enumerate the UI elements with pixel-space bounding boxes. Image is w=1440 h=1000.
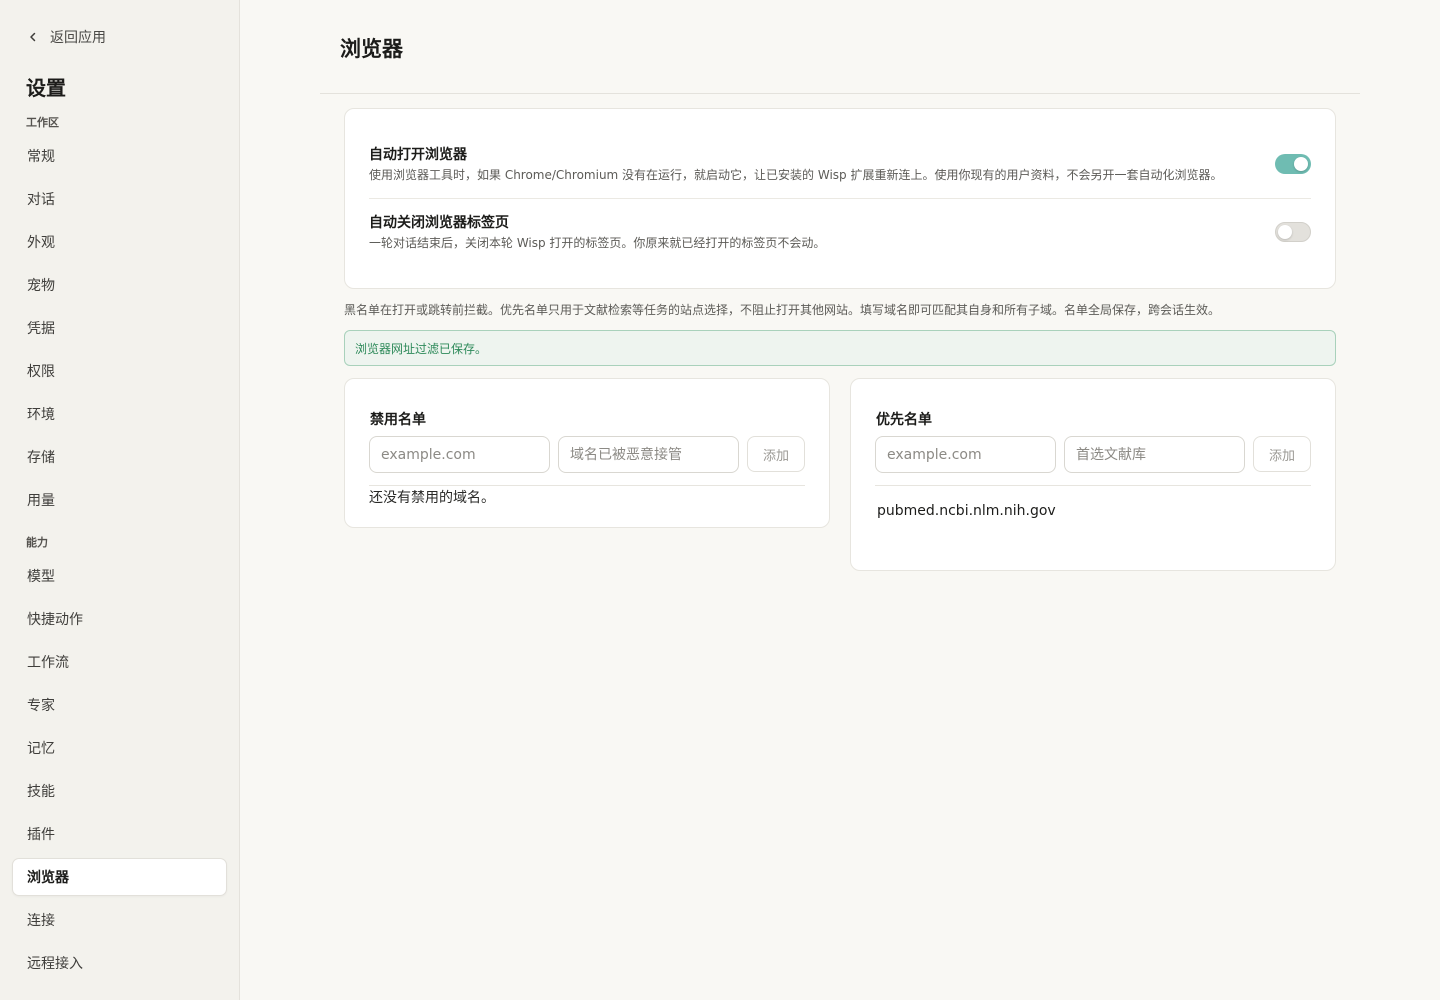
filter-note: 黑名单在打开或跳转前拦截。优先名单只用于文献检索等任务的站点选择，不阻止打开其他… bbox=[344, 303, 1221, 317]
preferred-domain-input[interactable] bbox=[875, 436, 1056, 473]
sidebar-item-connections[interactable]: 连接 bbox=[12, 901, 227, 939]
sidebar-item-pet[interactable]: 宠物 bbox=[12, 266, 227, 304]
back-to-app-link[interactable]: 返回应用 bbox=[26, 26, 106, 48]
preferred-domain-item[interactable]: pubmed.ncbi.nlm.nih.gov bbox=[877, 503, 1056, 519]
toggle-knob bbox=[1294, 157, 1308, 171]
save-success-banner: 浏览器网址过滤已保存。 bbox=[344, 330, 1336, 366]
sidebar-section-capabilities: 能力 bbox=[26, 536, 48, 549]
sidebar-item-skills[interactable]: 技能 bbox=[12, 772, 227, 810]
setting-auto-close: 自动关闭浏览器标签页 一轮对话结束后，关闭本轮 Wisp 打开的标签页。你原来就… bbox=[369, 213, 1311, 252]
sidebar-item-permissions[interactable]: 权限 bbox=[12, 352, 227, 390]
setting-title: 自动关闭浏览器标签页 bbox=[369, 215, 509, 231]
auto-close-toggle[interactable] bbox=[1275, 222, 1311, 242]
preferred-add-button[interactable]: 添加 bbox=[1253, 436, 1311, 472]
preferred-title: 优先名单 bbox=[876, 412, 932, 428]
blocklist-add-button[interactable]: 添加 bbox=[747, 436, 805, 472]
blocklist-title: 禁用名单 bbox=[370, 412, 426, 428]
blocklist-domain-input[interactable] bbox=[369, 436, 550, 473]
setting-description: 一轮对话结束后，关闭本轮 Wisp 打开的标签页。你原来就已经打开的标签页不会动… bbox=[369, 236, 826, 250]
blocklist-empty-text: 还没有禁用的域名。 bbox=[369, 490, 495, 506]
back-label: 返回应用 bbox=[50, 30, 106, 46]
setting-description: 使用浏览器工具时，如果 Chrome/Chromium 没有在运行，就启动它，让… bbox=[369, 168, 1223, 182]
sidebar-title: 设置 bbox=[26, 76, 66, 100]
sidebar-item-usage[interactable]: 用量 bbox=[12, 481, 227, 519]
setting-title: 自动打开浏览器 bbox=[369, 147, 467, 163]
sidebar-item-workflows[interactable]: 工作流 bbox=[12, 643, 227, 681]
sidebar-item-environment[interactable]: 环境 bbox=[12, 395, 227, 433]
list-divider bbox=[875, 485, 1311, 486]
row-divider bbox=[369, 198, 1311, 199]
sidebar-item-memory[interactable]: 记忆 bbox=[12, 729, 227, 767]
sidebar-section-workspace: 工作区 bbox=[26, 116, 59, 129]
sidebar-item-models[interactable]: 模型 bbox=[12, 557, 227, 595]
sidebar-item-storage[interactable]: 存储 bbox=[12, 438, 227, 476]
sidebar-item-quick-actions[interactable]: 快捷动作 bbox=[12, 600, 227, 638]
preferred-list-card: 优先名单 添加 pubmed.ncbi.nlm.nih.gov bbox=[850, 378, 1336, 571]
blocklist-card: 禁用名单 添加 还没有禁用的域名。 bbox=[344, 378, 830, 528]
sidebar-item-credentials[interactable]: 凭据 bbox=[12, 309, 227, 347]
sidebar-item-experts[interactable]: 专家 bbox=[12, 686, 227, 724]
preferred-reason-input[interactable] bbox=[1064, 436, 1245, 473]
chevron-left-icon bbox=[26, 30, 40, 44]
settings-sidebar: 返回应用 设置 工作区 常规 对话 外观 宠物 凭据 权限 环境 存储 用量 能… bbox=[0, 0, 240, 1000]
sidebar-item-conversation[interactable]: 对话 bbox=[12, 180, 227, 218]
toggle-knob bbox=[1278, 225, 1292, 239]
list-divider bbox=[369, 485, 805, 486]
title-divider bbox=[320, 93, 1360, 94]
blocklist-reason-input[interactable] bbox=[558, 436, 739, 473]
sidebar-item-remote-access[interactable]: 远程接入 bbox=[12, 944, 227, 982]
setting-auto-open: 自动打开浏览器 使用浏览器工具时，如果 Chrome/Chromium 没有在运… bbox=[369, 145, 1311, 184]
page-title: 浏览器 bbox=[340, 37, 403, 61]
auto-open-toggle[interactable] bbox=[1275, 154, 1311, 174]
browser-settings-card: 自动打开浏览器 使用浏览器工具时，如果 Chrome/Chromium 没有在运… bbox=[344, 108, 1336, 289]
sidebar-item-plugins[interactable]: 插件 bbox=[12, 815, 227, 853]
sidebar-item-browser[interactable]: 浏览器 bbox=[12, 858, 227, 896]
sidebar-item-appearance[interactable]: 外观 bbox=[12, 223, 227, 261]
sidebar-item-general[interactable]: 常规 bbox=[12, 137, 227, 175]
